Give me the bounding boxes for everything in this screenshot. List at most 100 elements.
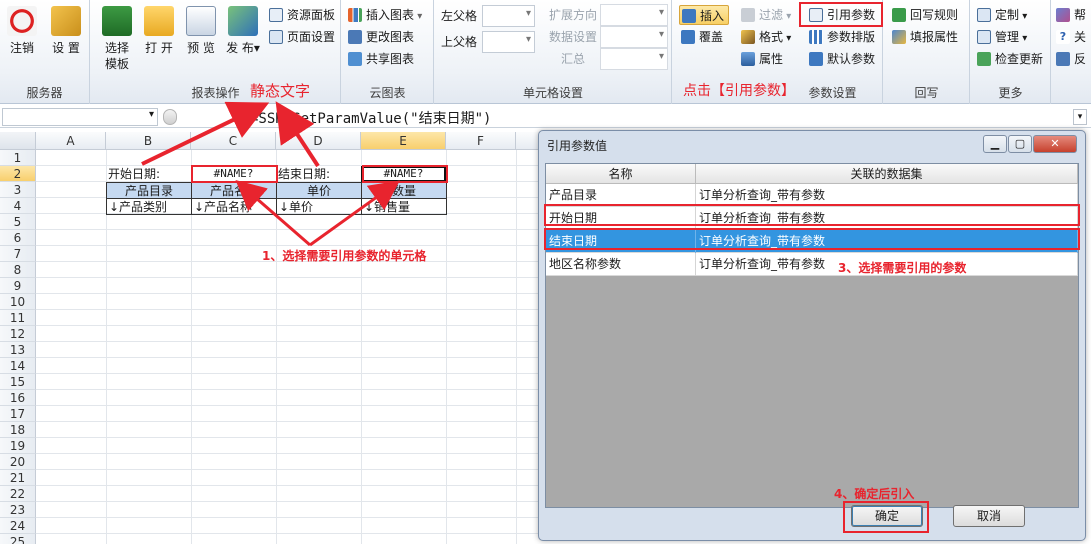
column-header-f[interactable]: F bbox=[446, 132, 516, 150]
row-header[interactable]: 2 bbox=[0, 166, 36, 182]
writeback-rule-button[interactable]: 回写规则 bbox=[890, 5, 958, 25]
row-header[interactable]: 8 bbox=[0, 262, 36, 278]
row-header[interactable]: 22 bbox=[0, 486, 36, 502]
resource-panel-button[interactable]: 资源面板 bbox=[267, 5, 335, 25]
grid-line bbox=[36, 517, 540, 518]
server-settings-button[interactable]: 设 置 bbox=[46, 6, 86, 56]
cancel-button[interactable]: 取消 bbox=[953, 505, 1025, 527]
formula-expand-icon[interactable]: ▾ bbox=[1073, 109, 1087, 125]
cell-b2[interactable]: 开始日期: bbox=[108, 166, 191, 182]
row-header[interactable]: 13 bbox=[0, 342, 36, 358]
row-header[interactable]: 16 bbox=[0, 390, 36, 406]
row-header[interactable]: 9 bbox=[0, 278, 36, 294]
grid-line bbox=[36, 437, 540, 438]
expand-direction-select[interactable] bbox=[600, 4, 668, 26]
select-all-corner[interactable] bbox=[0, 132, 36, 150]
left-parent-select[interactable] bbox=[482, 5, 535, 27]
row-header[interactable]: 24 bbox=[0, 518, 36, 534]
group-label-params: 参数设置 bbox=[808, 86, 857, 100]
row-header[interactable]: 14 bbox=[0, 358, 36, 374]
check-icon bbox=[892, 8, 906, 22]
row-header[interactable]: 4 bbox=[0, 198, 36, 214]
cell-c4[interactable]: ↓产品名称 bbox=[191, 198, 277, 215]
row-header[interactable]: 19 bbox=[0, 438, 36, 454]
name-box[interactable]: ▾ bbox=[2, 108, 158, 126]
row-header[interactable]: 17 bbox=[0, 406, 36, 422]
summary-select[interactable] bbox=[600, 48, 668, 70]
top-parent-select[interactable] bbox=[482, 31, 535, 53]
row-header[interactable]: 1 bbox=[0, 150, 36, 166]
row-header[interactable]: 5 bbox=[0, 214, 36, 230]
cell-d3[interactable]: 单价 bbox=[276, 182, 362, 199]
fill-property-button[interactable]: 填报属性 bbox=[890, 27, 958, 47]
row-header[interactable]: 15 bbox=[0, 374, 36, 390]
grid-icon bbox=[809, 30, 823, 44]
insert-mode-button[interactable]: 插入 bbox=[679, 5, 729, 25]
row-header[interactable]: 6 bbox=[0, 230, 36, 246]
row-header[interactable]: 12 bbox=[0, 326, 36, 342]
check-update-button[interactable]: 检查更新 bbox=[975, 49, 1043, 69]
row-header[interactable]: 20 bbox=[0, 454, 36, 470]
maximize-button[interactable]: ▢ bbox=[1008, 135, 1032, 153]
data-settings-select[interactable] bbox=[600, 26, 668, 48]
column-header-b[interactable]: B bbox=[106, 132, 191, 150]
publish-dropdown-icon: ▾ bbox=[253, 41, 260, 55]
preview-button[interactable]: 预 览 bbox=[181, 6, 221, 56]
open-button[interactable]: 打 开 bbox=[139, 6, 179, 56]
cell-e4[interactable]: ↓销售量 bbox=[361, 198, 447, 215]
column-header-d[interactable]: D bbox=[276, 132, 361, 150]
share-chart-label: 共享图表 bbox=[366, 52, 415, 66]
cell-c3[interactable]: 产品名称 bbox=[191, 182, 277, 199]
close-button[interactable]: ✕ bbox=[1033, 135, 1077, 153]
formula-scroll-handle[interactable] bbox=[163, 109, 177, 125]
select-template-button[interactable]: 选择 模板 bbox=[97, 6, 137, 72]
row-header[interactable]: 10 bbox=[0, 294, 36, 310]
default-param-label: 默认参数 bbox=[827, 52, 876, 66]
manage-button[interactable]: 管理 ▾ bbox=[975, 27, 1027, 47]
row-header[interactable]: 23 bbox=[0, 502, 36, 518]
property-button[interactable]: 属性 bbox=[739, 49, 783, 69]
row-header[interactable]: 11 bbox=[0, 310, 36, 326]
change-chart-button[interactable]: 更改图表 bbox=[346, 27, 414, 47]
share-chart-button[interactable]: 共享图表 bbox=[346, 49, 414, 69]
row-header[interactable]: 3 bbox=[0, 182, 36, 198]
formula-input[interactable]: =SSR_GetParamValue("结束日期") bbox=[250, 108, 491, 128]
grid-line bbox=[36, 469, 540, 470]
about-button[interactable]: ? 关 bbox=[1054, 27, 1086, 47]
grid-line bbox=[36, 277, 540, 278]
default-param-button[interactable]: 默认参数 bbox=[807, 49, 875, 69]
column-header-g[interactable] bbox=[516, 132, 540, 150]
row-header[interactable]: 25 bbox=[0, 534, 36, 544]
ref-param-dialog: 引用参数值 ▁ ▢ ✕ 名称 关联的数据集 产品目录 订单分析查询_带有参数 开… bbox=[538, 130, 1086, 541]
cell-e3[interactable]: 数量 bbox=[361, 182, 447, 199]
annotation-step4: 4、确定后引入 bbox=[834, 487, 915, 501]
column-header-name[interactable]: 名称 bbox=[546, 164, 696, 184]
feedback-button[interactable]: 反 bbox=[1054, 49, 1086, 69]
cell-d2[interactable]: 结束日期: bbox=[278, 166, 361, 182]
publish-button[interactable]: 发 布▾ bbox=[223, 6, 263, 56]
cover-mode-button[interactable]: 覆盖 bbox=[679, 27, 723, 47]
format-button[interactable]: 格式 ▾ bbox=[739, 27, 791, 47]
cell-b4[interactable]: ↓产品类别 bbox=[106, 198, 192, 215]
ribbon-group-server: 注销 设 置 服务器 bbox=[0, 0, 90, 104]
cell-d4[interactable]: ↓单价 bbox=[276, 198, 362, 215]
page-settings-button[interactable]: 页面设置 bbox=[267, 27, 335, 47]
row-header[interactable]: 21 bbox=[0, 470, 36, 486]
table-row[interactable]: 地区名称参数 订单分析查询_带有参数 bbox=[546, 253, 1078, 276]
help-label: 帮 bbox=[1074, 8, 1087, 22]
insert-chart-button[interactable]: 插入图表 ▾ bbox=[346, 5, 422, 25]
param-layout-button[interactable]: 参数排版 bbox=[807, 27, 875, 47]
help-button[interactable]: 帮 bbox=[1054, 5, 1086, 25]
column-header-a[interactable]: A bbox=[36, 132, 106, 150]
customize-button[interactable]: 定制 ▾ bbox=[975, 5, 1027, 25]
logout-button[interactable]: 注销 bbox=[2, 6, 42, 56]
column-header-e[interactable]: E bbox=[361, 132, 446, 150]
cell-b3[interactable]: 产品目录 bbox=[106, 182, 192, 199]
column-header-dataset[interactable]: 关联的数据集 bbox=[696, 164, 1078, 184]
annotation-step3: 3、选择需要引用的参数 bbox=[838, 261, 967, 275]
row-header[interactable]: 18 bbox=[0, 422, 36, 438]
minimize-button[interactable]: ▁ bbox=[983, 135, 1007, 153]
column-header-c[interactable]: C bbox=[191, 132, 276, 150]
filter-button[interactable]: 过滤 ▾ bbox=[739, 5, 791, 25]
row-header[interactable]: 7 bbox=[0, 246, 36, 262]
